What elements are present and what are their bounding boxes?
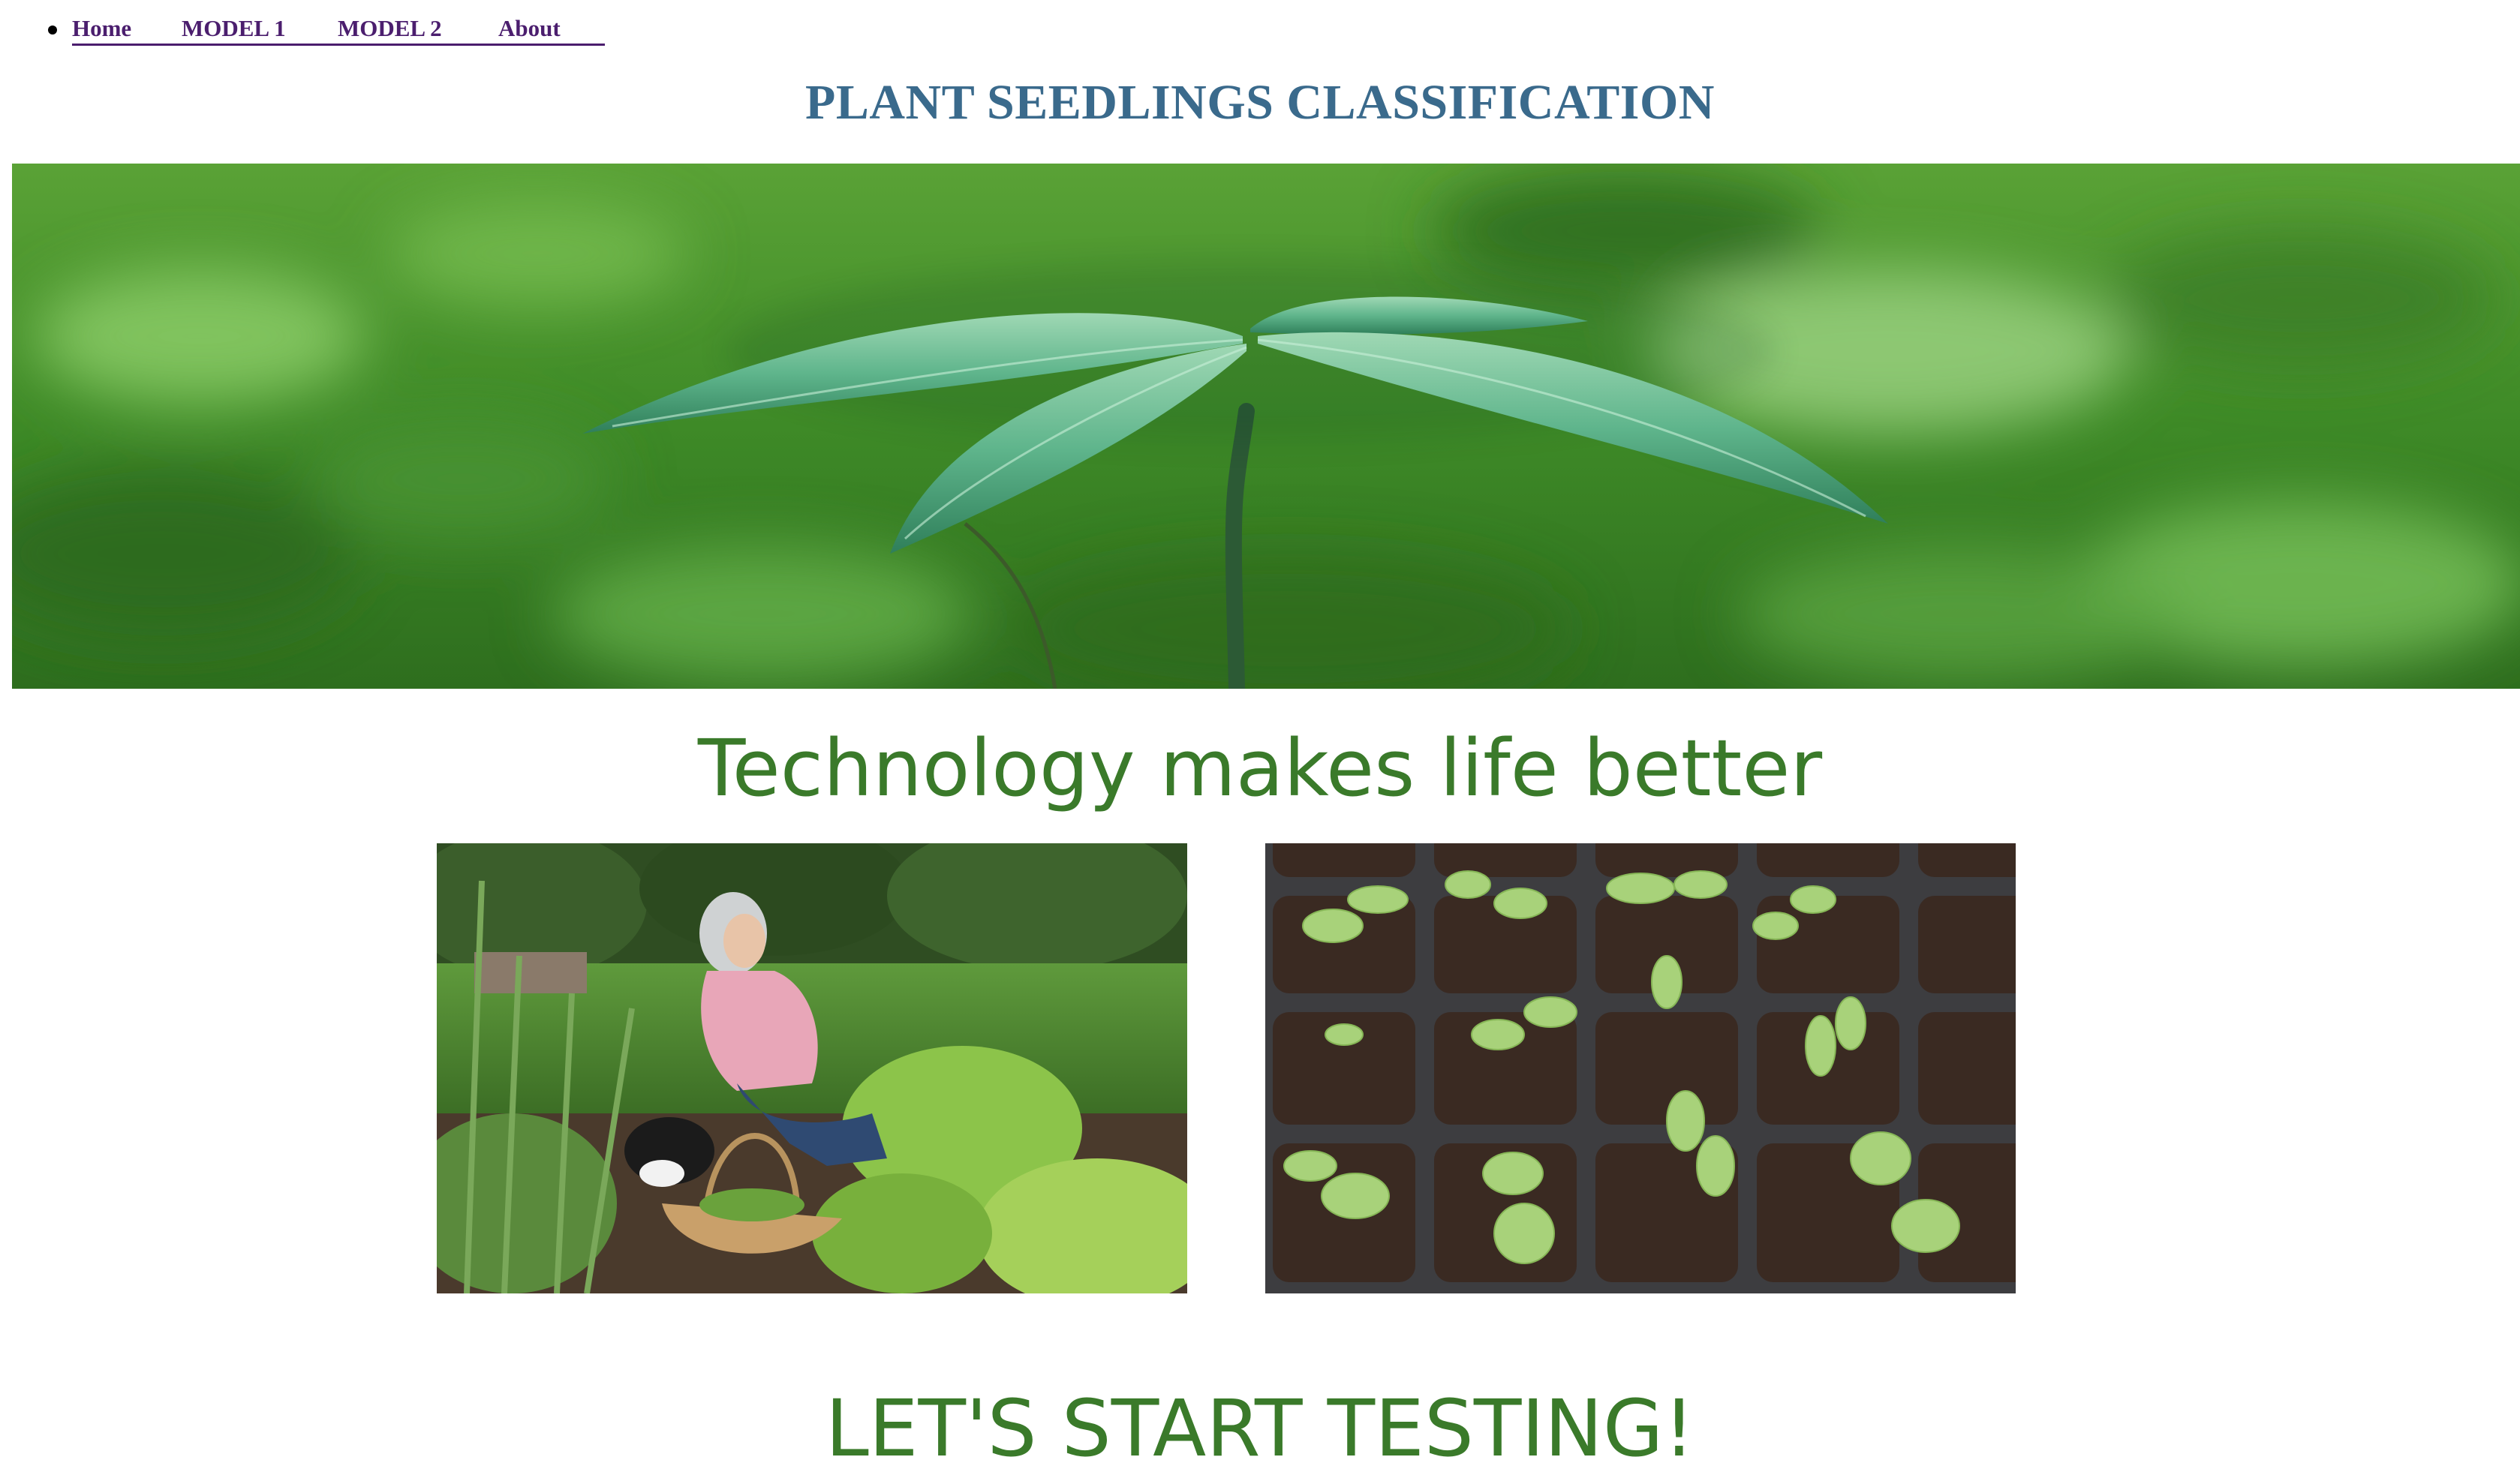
nav-link-model-1[interactable]: MODEL 1 bbox=[182, 14, 286, 44]
seedling-trays-photo bbox=[1265, 843, 2016, 1293]
nav-link-about[interactable]: About bbox=[498, 14, 561, 44]
page-title: PLANT SEEDLINGS CLASSIFICATION bbox=[805, 75, 1715, 130]
nav-link-model-2[interactable]: MODEL 2 bbox=[338, 14, 442, 44]
start-testing-heading: LET'S START TESTING! bbox=[825, 1383, 1695, 1472]
bullet-icon bbox=[48, 26, 57, 35]
tagline-heading: Technology makes life better bbox=[697, 722, 1823, 814]
nav-links: Home MODEL 1 MODEL 2 About bbox=[72, 14, 605, 46]
gardening-photo bbox=[437, 843, 1187, 1293]
nav-link-home[interactable]: Home bbox=[72, 14, 131, 44]
hero-banner-image bbox=[12, 164, 2520, 689]
